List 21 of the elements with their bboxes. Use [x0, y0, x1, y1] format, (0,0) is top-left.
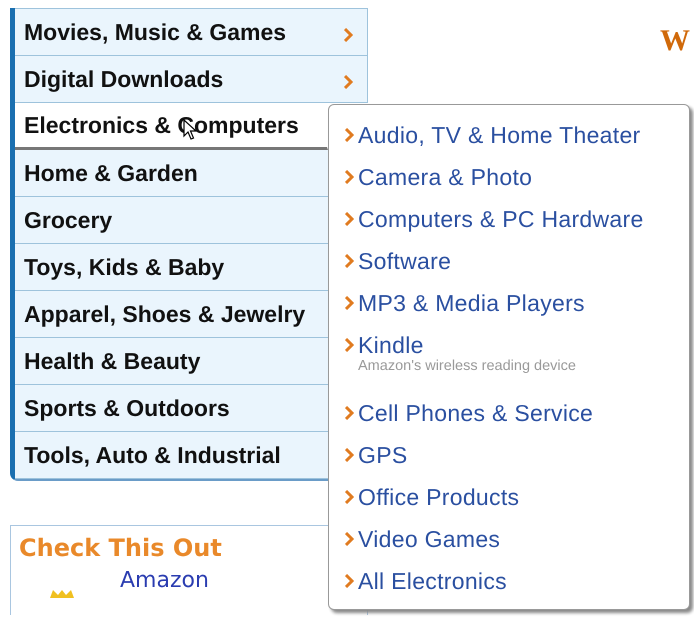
subcategory-link[interactable]: All Electronics — [358, 568, 507, 594]
product-link[interactable]: Amazon — [120, 568, 209, 593]
chevron-icon — [345, 532, 354, 546]
subcategory-link[interactable]: Audio, TV & Home Theater — [358, 122, 640, 148]
chevron-icon — [345, 490, 354, 504]
subcategory-link[interactable]: Video Games — [358, 526, 500, 552]
chevron-icon — [345, 170, 354, 184]
category-item[interactable]: Digital Downloads — [15, 56, 368, 103]
section-heading: W — [660, 24, 691, 58]
chevron-icon — [345, 296, 354, 310]
chevron-icon — [345, 448, 354, 462]
chevron-icon — [345, 574, 354, 588]
panel-title: Check This Out — [19, 534, 222, 562]
subcategory-link[interactable]: Office Products — [358, 484, 520, 510]
chevron-icon — [345, 254, 354, 268]
crown-icon — [49, 590, 75, 598]
category-item[interactable]: Movies, Music & Games — [15, 8, 368, 56]
chevron-icon — [345, 212, 354, 226]
chevron-icon — [345, 406, 354, 420]
chevron-icon — [345, 128, 354, 142]
chevron-icon — [345, 338, 354, 352]
